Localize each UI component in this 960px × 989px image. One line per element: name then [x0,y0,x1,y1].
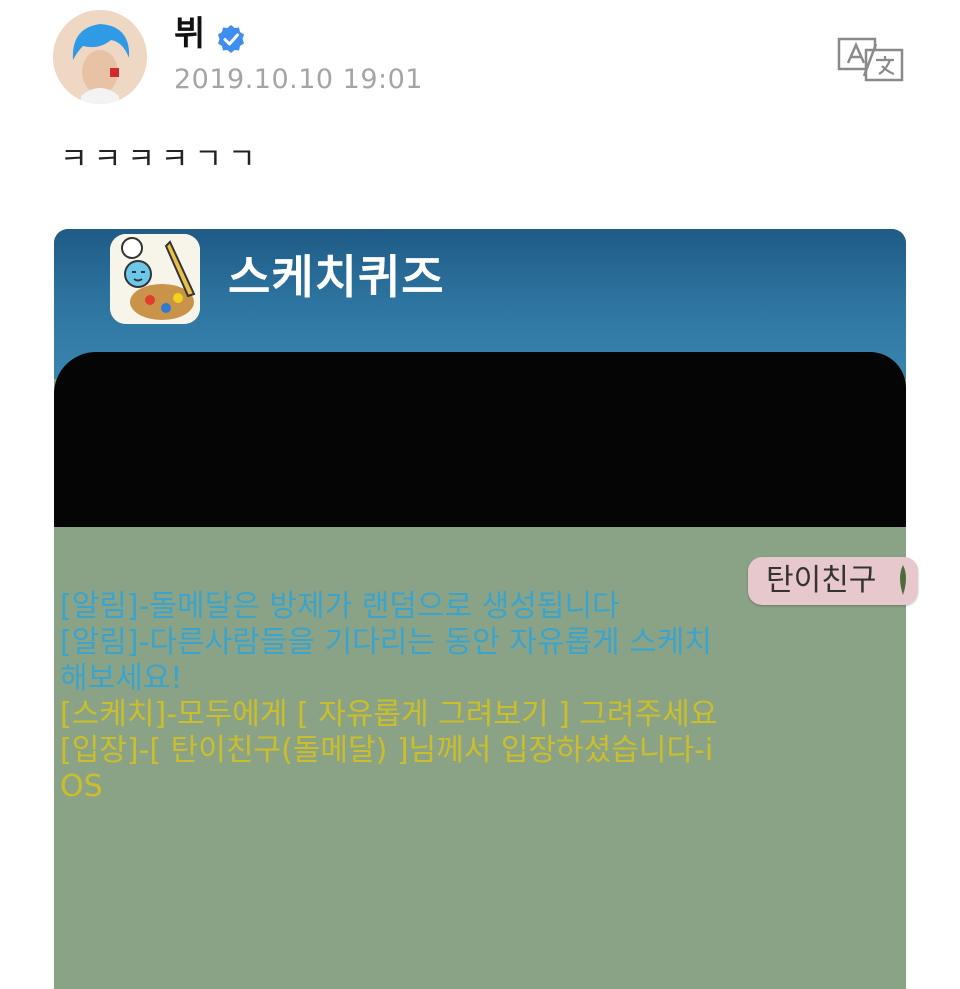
drawing-canvas [54,352,906,527]
sketch-quiz-app-icon [110,234,200,324]
chat-line: [입장]-[ 탄이친구(돌메달) ]님께서 입장하셨습니다-i [60,733,714,768]
app-name: 스케치퀴즈 [228,250,445,304]
post-text: ㅋㅋㅋㅋㄱㄱ [60,142,262,177]
translate-icon [837,37,904,82]
leaf-icon [900,565,906,595]
translate-button[interactable] [836,36,904,82]
chat-line: 해보세요! [60,661,183,696]
post-timestamp: 2019.10.10 19:01 [174,64,423,95]
avatar-blue-hair-icon [53,10,147,104]
chat-line: [스케치]-모두에게 [ 자유롭게 그려보기 ] 그려주세요 [60,697,718,732]
chat-line: [알림]-다른사람들을 기다리는 동안 자유롭게 스케치 [60,625,712,660]
chat-log: [알림]-돌메달은 방제가 랜덤으로 생성됩니다 [알림]-다른사람들을 기다리… [60,589,820,805]
verified-badge-icon [218,25,244,53]
avatar[interactable] [53,10,147,104]
username[interactable]: 뷔 [174,12,205,56]
chat-line: OS [60,769,103,804]
chat-line: [알림]-돌메달은 방제가 랜덤으로 생성됩니다 [60,589,620,624]
